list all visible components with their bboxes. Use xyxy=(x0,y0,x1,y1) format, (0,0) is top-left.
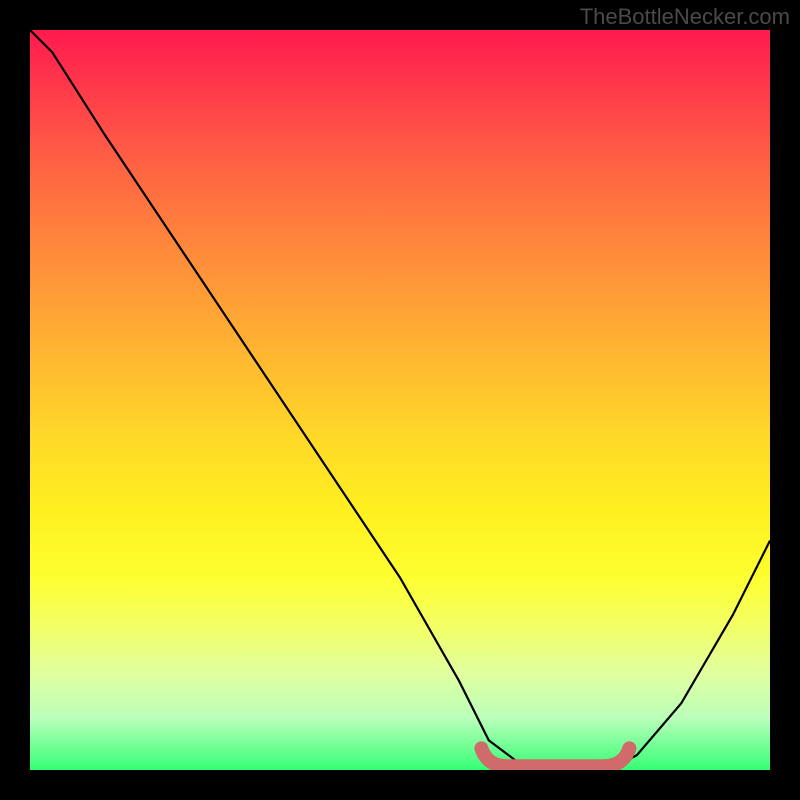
bottleneck-curve-line xyxy=(30,30,770,770)
curve-svg xyxy=(30,30,770,770)
watermark-text: TheBottleNecker.com xyxy=(580,4,790,30)
plot-area xyxy=(30,30,770,770)
chart-container: TheBottleNecker.com xyxy=(0,0,800,800)
